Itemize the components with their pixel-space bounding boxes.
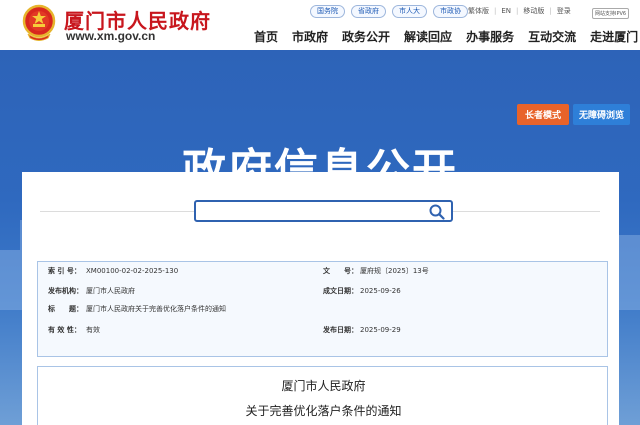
info-row: 标 题： 厦门市人民政府关于完善优化落户条件的通知	[38, 300, 609, 318]
info-row: 有 效 性： 有效 发布日期： 2025-09-29	[38, 321, 609, 339]
english-link[interactable]: EN	[501, 7, 511, 15]
separator: |	[494, 7, 497, 15]
document-info-table: 索 引 号： XM00100-02-02-2025-130 文 号： 厦府规〔2…	[37, 261, 608, 357]
nav-item-open-affairs[interactable]: 政务公开	[342, 28, 390, 45]
content-card: 索 引 号： XM00100-02-02-2025-130 文 号： 厦府规〔2…	[22, 172, 619, 425]
info-row: 发布机构： 厦门市人民政府 成文日期： 2025-09-26	[38, 282, 609, 300]
main-nav: 首页 市政府 政务公开 解读回应 办事服务 互动交流 走进厦门	[254, 28, 638, 45]
barrier-free-button[interactable]: 无障碍浏览	[572, 104, 630, 125]
national-emblem-icon[interactable]	[22, 4, 56, 42]
mobile-link[interactable]: 移动版	[523, 6, 544, 16]
nav-item-government[interactable]: 市政府	[292, 28, 328, 45]
index-number-value: XM00100-02-02-2025-130	[86, 267, 179, 275]
login-link[interactable]: 登录	[557, 6, 571, 16]
document-number-label: 文 号：	[323, 267, 358, 275]
top-links: 国务院 省政府 市人大 市政协	[310, 5, 468, 18]
separator: |	[516, 7, 519, 15]
published-date-label: 发布日期：	[323, 326, 358, 334]
nav-item-about-xiamen[interactable]: 走进厦门	[590, 28, 638, 45]
nav-item-services[interactable]: 办事服务	[466, 28, 514, 45]
document-title: 关于完善优化落户条件的通知	[245, 404, 402, 418]
validity-value: 有效	[86, 326, 100, 334]
top-link-state-council[interactable]: 国务院	[310, 5, 345, 18]
issuer-value: 厦门市人民政府	[86, 287, 135, 295]
title-value: 厦门市人民政府关于完善优化落户条件的通知	[86, 305, 226, 313]
search-divider-right	[453, 211, 600, 212]
info-row: 索 引 号： XM00100-02-02-2025-130 文 号： 厦府规〔2…	[38, 262, 609, 280]
index-number-label: 索 引 号：	[48, 267, 81, 275]
site-header: 厦门市人民政府 www.xm.gov.cn 国务院 省政府 市人大 市政协 繁体…	[0, 0, 640, 50]
site-url: www.xm.gov.cn	[66, 29, 156, 43]
issuer-label: 发布机构：	[48, 287, 83, 295]
document-body: 厦门市人民政府 关于完善优化落户条件的通知	[37, 366, 608, 425]
search-input[interactable]	[194, 200, 453, 222]
top-link-province[interactable]: 省政府	[351, 5, 386, 18]
published-date-value: 2025-09-29	[360, 326, 401, 334]
nav-item-interaction[interactable]: 互动交流	[528, 28, 576, 45]
traditional-chinese-link[interactable]: 繁体版	[468, 6, 489, 16]
title-label: 标 题：	[48, 305, 83, 313]
utility-links: 繁体版 | EN | 移动版 | 登录	[468, 6, 571, 16]
nav-item-home[interactable]: 首页	[254, 28, 278, 45]
created-date-value: 2025-09-26	[360, 287, 401, 295]
accessibility-buttons: 长者模式 无障碍浏览	[516, 104, 630, 125]
created-date-label: 成文日期：	[323, 287, 358, 295]
search-divider-left	[40, 211, 194, 212]
ipv6-badge: 网站支持IPV6	[592, 8, 630, 19]
top-link-cppcc[interactable]: 市政协	[433, 5, 468, 18]
document-number-value: 厦府规〔2025〕13号	[360, 267, 429, 275]
top-link-congress[interactable]: 市人大	[392, 5, 427, 18]
elder-mode-button[interactable]: 长者模式	[516, 104, 569, 125]
nav-item-interpretation[interactable]: 解读回应	[404, 28, 452, 45]
separator: |	[549, 7, 552, 15]
document-org: 厦门市人民政府	[281, 379, 366, 393]
validity-label: 有 效 性：	[48, 326, 81, 334]
search-icon[interactable]	[429, 204, 445, 220]
